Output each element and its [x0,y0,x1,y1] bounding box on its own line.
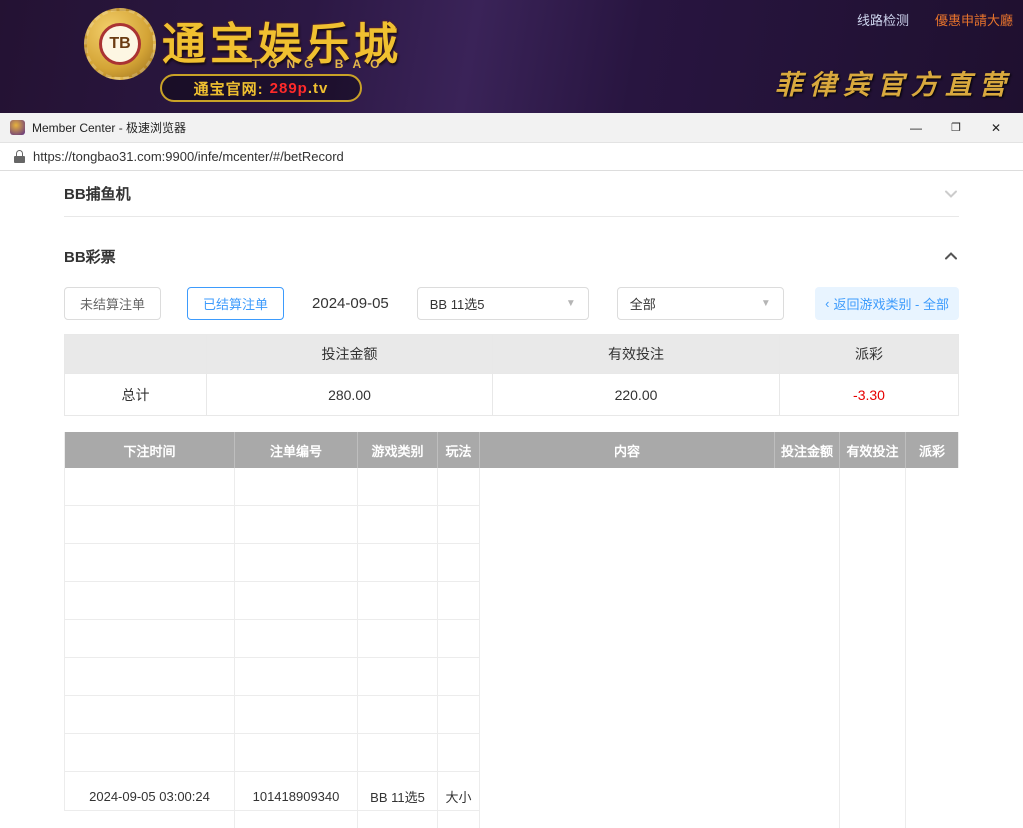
cell-bet-time: 2024-09-05 03:08:33 [65,772,235,828]
site-banner: TB 通宝娱乐城 TONG BAO 通宝官网: 289p .tv 线路检测 優惠… [0,0,1023,113]
type-select[interactable]: 全部 ▼ [617,287,784,320]
chevron-down-icon[interactable] [943,186,959,202]
table-row: 2024-09-05 03:02:27101418912662BB 11选5大小… [65,544,958,582]
records-body: 2024-09-05 03:00:24101418909340BB 11选5大小… [65,468,958,810]
table-row: 2024-09-05 03:07:17101418920459BB 11选5大小… [65,734,958,772]
window-controls: — ❐ ✕ [899,115,1013,141]
unsettled-bets-button[interactable]: 未结算注单 [64,287,161,320]
settled-bets-button[interactable]: 已结算注单 [187,287,284,320]
col-bet-amount: 投注金额 [775,432,840,468]
summary-bet-amount: 280.00 [207,373,493,415]
back-link-label: 返回游戏类别 - 全部 [833,294,949,313]
col-game-category: 游戏类别 [358,432,438,468]
casino-chip-icon: TB [84,8,156,80]
official-label: 通宝官网: [194,78,264,99]
cell-payout: 19.40 [906,772,958,828]
section-bb-lottery-title: BB彩票 [64,246,116,267]
summary-header-payout: 派彩 [780,335,958,373]
official-slogan: 菲律宾官方直营 [775,63,1013,102]
date-picker-value[interactable]: 2024-09-05 [312,295,389,312]
summary-total-row: 总计 280.00 220.00 -3.30 [65,373,958,415]
browser-titlebar: Member Center - 极速浏览器 — ❐ ✕ [0,113,1023,143]
records-header-row: 下注时间 注单编号 游戏类别 玩法 内容 投注金额 有效投注 派彩 [65,432,958,468]
browser-addressbar[interactable]: https://tongbao31.com:9900/infe/mcenter/… [0,143,1023,171]
url-text[interactable]: https://tongbao31.com:9900/infe/mcenter/… [33,149,344,164]
summary-header-valid: 有效投注 [493,335,780,373]
summary-valid-bet: 220.00 [493,373,780,415]
line-check-link[interactable]: 线路检测 [857,10,909,29]
col-payout: 派彩 [906,432,958,468]
official-tld: .tv [308,80,329,97]
chevron-up-icon[interactable] [943,248,959,264]
game-select-value: BB 11选5 [430,294,485,313]
section-bb-lottery[interactable]: BB彩票 [64,231,959,281]
col-play-type: 玩法 [438,432,480,468]
caret-down-icon: ▼ [566,298,576,309]
table-row: 2024-09-05 03:06:19101418918709BB 11选5大小… [65,696,958,734]
window-title: Member Center - 极速浏览器 [32,119,899,136]
cell-bet-id: 101418922600 [235,772,358,828]
section-bb-fishing-title: BB捕鱼机 [64,183,131,204]
site-logo-subtitle: TONG BAO [252,57,388,71]
lock-icon [14,150,25,163]
official-number: 289p [270,80,308,97]
cell-play-type: 大小 [438,772,480,828]
col-content: 内容 [480,432,775,468]
promo-apply-link[interactable]: 優惠申請大廳 [935,10,1013,29]
back-to-game-category-link[interactable]: ‹ 返回游戏类别 - 全部 [815,287,959,320]
summary-header-bet: 投注金额 [207,335,493,373]
table-row: 2024-09-05 03:01:37101418911263BB 11选5大小… [65,506,958,544]
cell-bet-amount: 20.00 [775,772,840,828]
table-row: 2024-09-05 03:08:33101418922600BB 11选5大小… [65,772,958,810]
filter-toolbar: 未结算注单 已结算注单 2024-09-05 BB 11选5 ▼ 全部 ▼ ‹ … [64,287,959,320]
table-row: 2024-09-05 03:00:24101418909340BB 11选5大小… [65,468,958,506]
minimize-button[interactable]: — [899,115,933,141]
browser-tab-icon [10,120,25,135]
close-button[interactable]: ✕ [979,115,1013,141]
col-bet-id: 注单编号 [235,432,358,468]
member-center-page: BB捕鱼机 BB彩票 未结算注单 已结算注单 2024-09-05 BB 11选… [0,171,1023,828]
official-site-badge: 通宝官网: 289p .tv [160,74,362,102]
type-select-value: 全部 [630,294,656,313]
table-row: 2024-09-05 03:05:27101418917279BB 11选5大小… [65,658,958,696]
table-row: 2024-09-05 03:04:21101418915510BB 11选5大小… [65,620,958,658]
col-valid-bet: 有效投注 [840,432,906,468]
table-row: 2024-09-05 03:03:23101418913977BB 11选5大小… [65,582,958,620]
cell-game-category: BB 11选5 [358,772,438,828]
summary-payout: -3.30 [780,373,958,415]
maximize-button[interactable]: ❐ [939,115,973,141]
bet-records-table: 下注时间 注单编号 游戏类别 玩法 内容 投注金额 有效投注 派彩 2024-0… [64,432,959,811]
section-bb-fishing[interactable]: BB捕鱼机 [64,171,959,217]
caret-down-icon: ▼ [761,298,771,309]
summary-header-row: 投注金额 有效投注 派彩 [65,335,958,373]
chip-label: TB [99,23,141,65]
banner-links: 线路检测 優惠申請大廳 [857,10,1013,29]
summary-total-label: 总计 [65,373,207,415]
back-arrow-icon: ‹ [825,296,829,311]
summary-header-blank [65,335,207,373]
cell-valid-bet: 20.00 [840,772,906,828]
summary-table: 投注金额 有效投注 派彩 总计 280.00 220.00 -3.30 [64,334,959,416]
game-select[interactable]: BB 11选5 ▼ [417,287,589,320]
col-bet-time: 下注时间 [65,432,235,468]
